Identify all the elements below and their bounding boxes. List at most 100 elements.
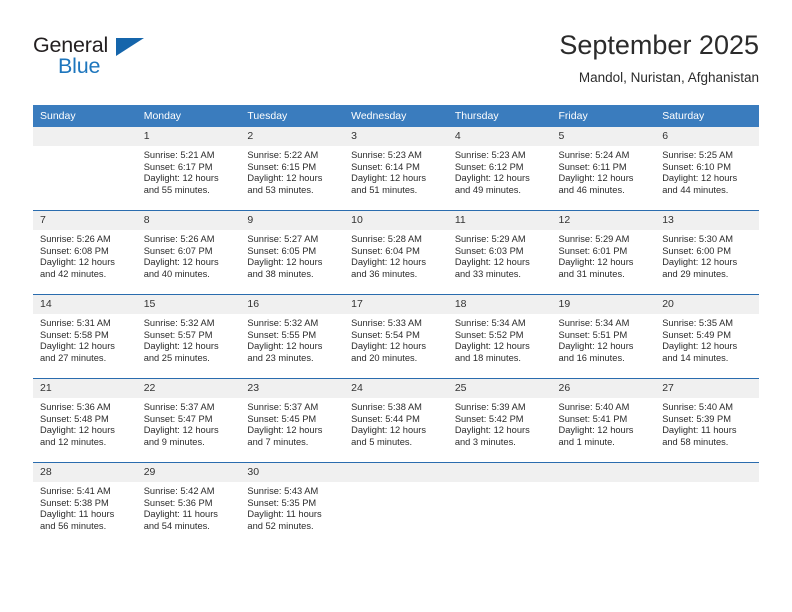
calendar-day-cell[interactable] xyxy=(344,462,448,546)
calendar-day-cell[interactable]: 8 Sunrise: 5:26 AM Sunset: 6:07 PM Daylight… xyxy=(136,210,241,295)
sunset-text: Sunset: 6:03 PM xyxy=(454,245,524,256)
day-details: Sunrise: 5:36 AM Sunset: 5:48 PM Daylight:… xyxy=(33,398,137,448)
calendar-day-cell[interactable] xyxy=(33,127,137,211)
sunset-text: Sunset: 6:07 PM xyxy=(143,245,213,256)
sunset-text: Sunset: 5:42 PM xyxy=(454,413,524,424)
day-details: Sunrise: 5:32 AM Sunset: 5:57 PM Daylight:… xyxy=(137,314,241,364)
calendar-day-cell[interactable]: 18 Sunrise: 5:34 AM Sunset: 5:52 PM Dayligh… xyxy=(447,294,552,379)
daylight-text-line1: Daylight: 12 hours xyxy=(40,425,115,436)
daylight-text-line1: Daylight: 12 hours xyxy=(247,173,323,184)
day-number: 25 xyxy=(447,379,552,398)
calendar-day-cell[interactable] xyxy=(655,462,759,546)
daylight-text-line1: Daylight: 12 hours xyxy=(143,341,219,352)
sunset-text: Sunset: 5:55 PM xyxy=(247,329,317,340)
day-number: 30 xyxy=(240,463,345,482)
calendar-day-cell[interactable]: 14 Sunrise: 5:31 AM Sunset: 5:58 PM Dayligh… xyxy=(33,294,137,379)
calendar-day-cell[interactable]: 6 Sunrise: 5:25 AM Sunset: 6:10 PM Daylight… xyxy=(655,127,759,211)
day-number xyxy=(447,463,552,482)
sunset-text: Sunset: 5:49 PM xyxy=(662,329,731,340)
daylight-text-line1: Daylight: 11 hours xyxy=(247,509,322,520)
sunset-text: Sunset: 5:58 PM xyxy=(40,329,109,340)
daylight-text-line2: and 23 minutes. xyxy=(247,352,314,363)
sunrise-text: Sunrise: 5:43 AM xyxy=(247,486,319,496)
sunrise-text: Sunrise: 5:40 AM xyxy=(558,402,630,412)
sunrise-text: Sunrise: 5:40 AM xyxy=(662,402,734,412)
sunset-text: Sunset: 5:45 PM xyxy=(247,413,317,424)
daylight-text-line1: Daylight: 12 hours xyxy=(662,257,738,268)
day-number: 9 xyxy=(240,211,345,230)
calendar-day-cell[interactable]: 27 Sunrise: 5:40 AM Sunset: 5:39 PM Dayligh… xyxy=(655,378,759,463)
sunset-text: Sunset: 5:35 PM xyxy=(247,497,317,508)
day-details: Sunrise: 5:37 AM Sunset: 5:47 PM Daylight:… xyxy=(137,398,241,448)
day-number xyxy=(344,463,448,482)
day-number: 16 xyxy=(240,295,345,314)
day-details: Sunrise: 5:26 AM Sunset: 6:08 PM Daylight:… xyxy=(33,230,137,280)
day-number: 5 xyxy=(551,127,656,146)
daylight-text-line2: and 42 minutes. xyxy=(40,268,107,279)
sunrise-text: Sunrise: 5:35 AM xyxy=(662,318,734,328)
sunrise-text: Sunrise: 5:41 AM xyxy=(40,486,111,496)
calendar-day-cell[interactable]: 10 Sunrise: 5:28 AM Sunset: 6:04 PM Dayligh… xyxy=(344,210,448,295)
day-number: 13 xyxy=(655,211,759,230)
calendar-day-cell[interactable]: 5 Sunrise: 5:24 AM Sunset: 6:11 PM Daylight… xyxy=(551,127,656,211)
calendar-day-cell[interactable]: 25 Sunrise: 5:39 AM Sunset: 5:42 PM Dayligh… xyxy=(447,378,552,463)
calendar-day-cell[interactable]: 16 Sunrise: 5:32 AM Sunset: 5:55 PM Dayligh… xyxy=(240,294,345,379)
daylight-text-line2: and 16 minutes. xyxy=(558,352,625,363)
day-details: Sunrise: 5:31 AM Sunset: 5:58 PM Daylight:… xyxy=(33,314,137,364)
calendar-day-cell[interactable]: 19 Sunrise: 5:34 AM Sunset: 5:51 PM Dayligh… xyxy=(551,294,656,379)
page-subtitle: Mandol, Nuristan, Afghanistan xyxy=(578,70,759,85)
day-number: 8 xyxy=(136,211,241,230)
day-number: 19 xyxy=(551,295,656,314)
day-number: 27 xyxy=(655,379,759,398)
daylight-text-line2: and 7 minutes. xyxy=(247,436,309,447)
daylight-text-line2: and 46 minutes. xyxy=(558,184,625,195)
calendar-day-cell[interactable]: 1 Sunrise: 5:21 AM Sunset: 6:17 PM Daylight… xyxy=(136,127,241,211)
calendar-day-cell[interactable] xyxy=(447,462,552,546)
calendar-table: Sunday Monday Tuesday Wednesday Thursday… xyxy=(33,105,759,546)
sunset-text: Sunset: 5:51 PM xyxy=(558,329,628,340)
day-number: 14 xyxy=(33,295,137,314)
daylight-text-line1: Daylight: 12 hours xyxy=(247,341,323,352)
daylight-text-line1: Daylight: 12 hours xyxy=(351,173,427,184)
sunrise-text: Sunrise: 5:25 AM xyxy=(662,150,734,160)
calendar-day-cell[interactable]: 28 Sunrise: 5:41 AM Sunset: 5:38 PM Dayligh… xyxy=(33,462,137,546)
calendar-day-cell[interactable]: 24 Sunrise: 5:38 AM Sunset: 5:44 PM Dayligh… xyxy=(344,378,448,463)
calendar-day-cell[interactable]: 11 Sunrise: 5:29 AM Sunset: 6:03 PM Dayligh… xyxy=(447,210,552,295)
day-details: Sunrise: 5:23 AM Sunset: 6:12 PM Daylight:… xyxy=(448,146,552,196)
calendar-day-cell[interactable]: 21 Sunrise: 5:36 AM Sunset: 5:48 PM Dayligh… xyxy=(33,378,137,463)
calendar-day-cell[interactable]: 4 Sunrise: 5:23 AM Sunset: 6:12 PM Daylight… xyxy=(447,127,552,211)
sunrise-text: Sunrise: 5:23 AM xyxy=(351,150,422,160)
calendar-day-cell[interactable]: 23 Sunrise: 5:37 AM Sunset: 5:45 PM Dayligh… xyxy=(240,378,345,463)
daylight-text-line1: Daylight: 12 hours xyxy=(351,341,427,352)
daylight-text-line2: and 56 minutes. xyxy=(40,520,107,531)
daylight-text-line1: Daylight: 11 hours xyxy=(662,425,737,436)
weekday-header-wednesday: Wednesday xyxy=(344,105,448,127)
calendar-day-cell[interactable]: 15 Sunrise: 5:32 AM Sunset: 5:57 PM Dayligh… xyxy=(136,294,241,379)
calendar-day-cell[interactable]: 2 Sunrise: 5:22 AM Sunset: 6:15 PM Daylight… xyxy=(240,127,345,211)
day-number: 29 xyxy=(136,463,241,482)
calendar-day-cell[interactable]: 29 Sunrise: 5:42 AM Sunset: 5:36 PM Dayligh… xyxy=(136,462,241,546)
calendar-day-cell[interactable]: 13 Sunrise: 5:30 AM Sunset: 6:00 PM Dayligh… xyxy=(655,210,759,295)
sunset-text: Sunset: 6:11 PM xyxy=(558,161,627,172)
calendar-header-row: Sunday Monday Tuesday Wednesday Thursday… xyxy=(33,105,759,127)
calendar-day-cell[interactable]: 12 Sunrise: 5:29 AM Sunset: 6:01 PM Dayligh… xyxy=(551,210,656,295)
day-number: 11 xyxy=(447,211,552,230)
day-details: Sunrise: 5:34 AM Sunset: 5:52 PM Daylight:… xyxy=(448,314,552,364)
day-number: 21 xyxy=(33,379,137,398)
weekday-header-saturday: Saturday xyxy=(655,105,759,127)
weekday-header-sunday: Sunday xyxy=(33,105,137,127)
calendar-day-cell[interactable]: 30 Sunrise: 5:43 AM Sunset: 5:35 PM Dayligh… xyxy=(240,462,345,546)
general-blue-logo: General Blue xyxy=(33,33,173,85)
calendar-day-cell[interactable]: 20 Sunrise: 5:35 AM Sunset: 5:49 PM Dayligh… xyxy=(655,294,759,379)
calendar-day-cell[interactable]: 17 Sunrise: 5:33 AM Sunset: 5:54 PM Dayligh… xyxy=(344,294,448,379)
calendar-day-cell[interactable]: 26 Sunrise: 5:40 AM Sunset: 5:41 PM Dayligh… xyxy=(551,378,656,463)
sunrise-text: Sunrise: 5:34 AM xyxy=(558,318,630,328)
sunrise-text: Sunrise: 5:31 AM xyxy=(40,318,111,328)
calendar-day-cell[interactable]: 9 Sunrise: 5:27 AM Sunset: 6:05 PM Daylight… xyxy=(240,210,345,295)
calendar-day-cell[interactable]: 22 Sunrise: 5:37 AM Sunset: 5:47 PM Dayligh… xyxy=(136,378,241,463)
triangle-icon xyxy=(116,38,144,56)
calendar-day-cell[interactable]: 3 Sunrise: 5:23 AM Sunset: 6:14 PM Daylight… xyxy=(344,127,448,211)
calendar-day-cell[interactable]: 7 Sunrise: 5:26 AM Sunset: 6:08 PM Daylight… xyxy=(33,210,137,295)
day-number: 20 xyxy=(655,295,759,314)
calendar-day-cell[interactable] xyxy=(551,462,656,546)
